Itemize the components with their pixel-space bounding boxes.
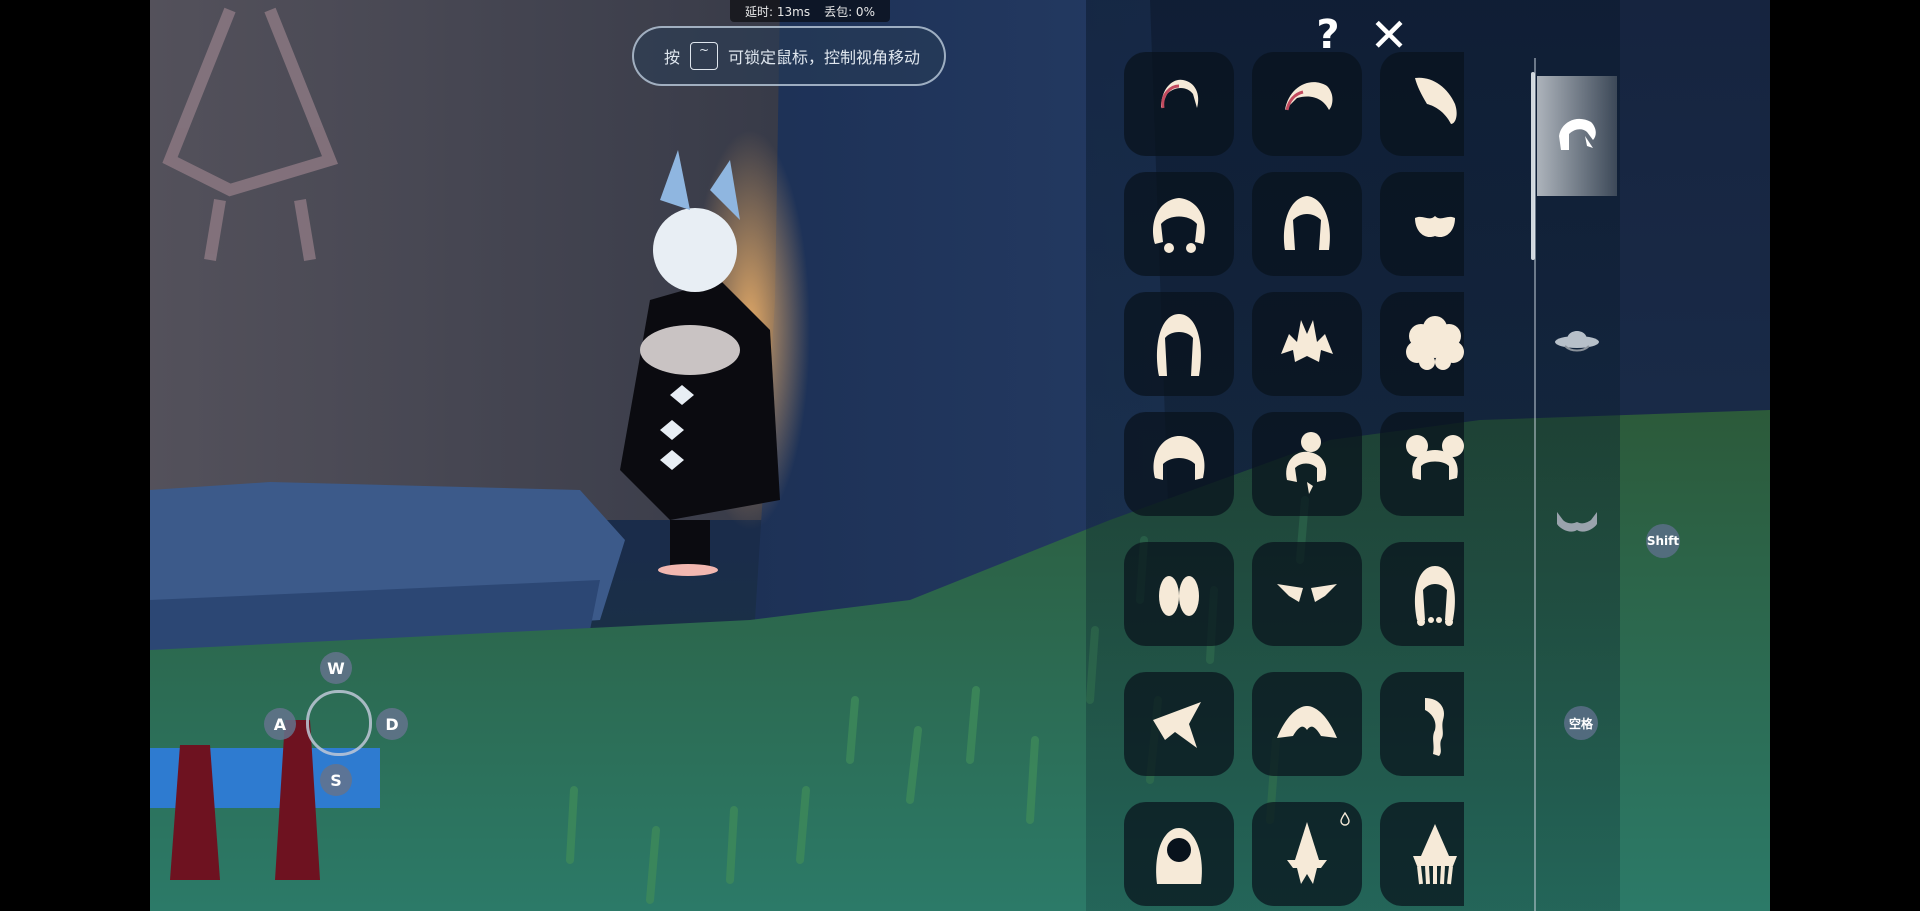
hint-message: 可锁定鼠标，控制视角移动: [728, 48, 921, 67]
hair-short-icon: [1161, 79, 1199, 109]
hair-afro-icon: [1153, 436, 1205, 480]
hair-wings-icon: [1277, 584, 1337, 602]
tab-hair[interactable]: [1537, 76, 1617, 196]
move-up-key[interactable]: W: [320, 652, 352, 684]
hair-witch-icon: [1287, 822, 1327, 884]
hair-option-tile[interactable]: [1380, 542, 1464, 646]
drop-icon: [1340, 812, 1350, 826]
hair-swoop-icon: [1285, 82, 1333, 111]
hair-option-tile[interactable]: [1252, 412, 1362, 516]
hair-wavy-icon: [1153, 198, 1205, 253]
hair-hood-icon: [1156, 828, 1202, 884]
hair-option-tile[interactable]: [1124, 292, 1234, 396]
hair-long-straight-icon: [1157, 314, 1201, 376]
hair-option-tile[interactable]: [1124, 542, 1234, 646]
hair-double-bun-icon: [1406, 435, 1464, 480]
network-stats: 延时: 13ms 丢包: 0%: [730, 0, 890, 22]
hat-icon: [1555, 331, 1599, 352]
hair-option-tile[interactable]: [1380, 292, 1464, 396]
hair-bob-icon: [1283, 196, 1331, 250]
move-down-key[interactable]: S: [320, 764, 352, 796]
hair-option-tile[interactable]: [1124, 802, 1234, 906]
hair-bun-icon: [1286, 432, 1327, 494]
hair-option-tile[interactable]: [1380, 172, 1464, 276]
hair-long-swept-icon: [1415, 77, 1457, 124]
hint-key-label: ~: [698, 43, 710, 57]
hair-cape-icon: [1277, 706, 1337, 738]
move-right-key[interactable]: D: [376, 708, 408, 740]
hair-pigtails-icon: [1159, 576, 1199, 616]
hair-icon: [1559, 118, 1596, 150]
hair-option-tile[interactable]: [1124, 52, 1234, 156]
hair-option-tile[interactable]: [1380, 412, 1464, 516]
hair-crown-icon: [1413, 824, 1457, 885]
hair-option-tile[interactable]: [1124, 172, 1234, 276]
hair-side-braid-icon: [1425, 698, 1445, 756]
hair-braids-icon: [1415, 566, 1455, 626]
tab-horns[interactable]: [1537, 460, 1617, 580]
hair-option-tile[interactable]: [1252, 542, 1362, 646]
scrollbar-thumb[interactable]: [1531, 72, 1535, 260]
space-key-badge: 空格: [1564, 706, 1598, 740]
hair-bangs-icon: [1415, 216, 1455, 238]
hair-option-tile[interactable]: [1124, 412, 1234, 516]
latency-text: 延时: 13ms: [745, 4, 811, 19]
hair-option-tile[interactable]: [1252, 802, 1362, 906]
hair-option-tile[interactable]: [1252, 672, 1362, 776]
hair-sidesweep-icon: [1153, 702, 1201, 748]
hair-spiky-icon: [1281, 320, 1333, 362]
mouse-lock-hint: 按 ~ 可锁定鼠标，控制视角移动: [632, 26, 946, 86]
tab-hat[interactable]: [1537, 280, 1617, 400]
packet-loss-text: 丢包: 0%: [824, 4, 875, 19]
hair-option-tile[interactable]: [1380, 672, 1464, 776]
horns-icon: [1557, 512, 1597, 532]
hairstyle-grid[interactable]: [1124, 52, 1464, 911]
movement-joystick[interactable]: [306, 690, 372, 756]
hair-option-tile[interactable]: [1380, 52, 1464, 156]
shift-key-badge: Shift: [1646, 524, 1680, 558]
hint-press-label: 按: [664, 48, 681, 67]
hair-option-tile[interactable]: [1252, 52, 1362, 156]
tilde-key-icon: ~: [690, 42, 719, 70]
move-left-key[interactable]: A: [264, 708, 296, 740]
hair-option-tile[interactable]: [1124, 672, 1234, 776]
hair-option-tile[interactable]: [1380, 802, 1464, 906]
hair-option-tile[interactable]: [1252, 292, 1362, 396]
hair-option-tile[interactable]: [1252, 172, 1362, 276]
hair-curly-icon: [1406, 316, 1464, 370]
